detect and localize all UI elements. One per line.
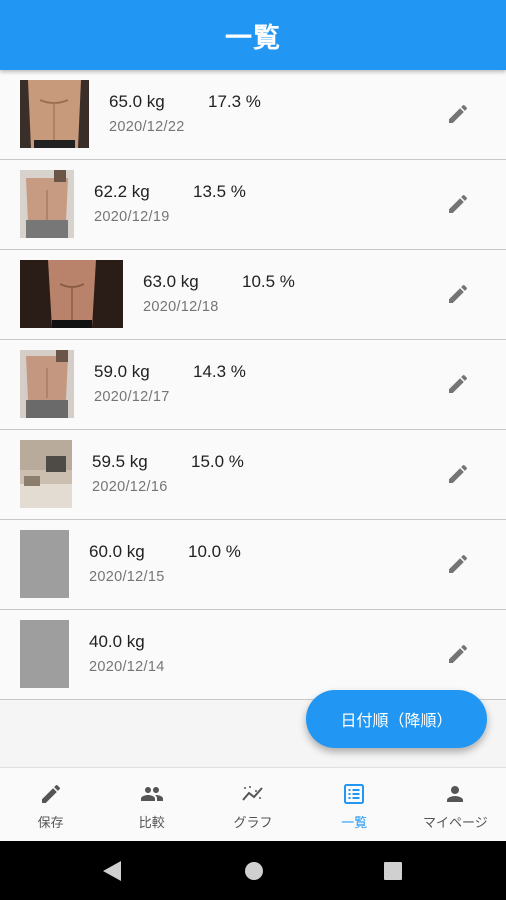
- system-navigation-bar: [0, 841, 506, 900]
- entry-date: 2020/12/15: [89, 569, 165, 585]
- weight-value: 65.0 kg: [109, 92, 165, 111]
- recents-icon[interactable]: [384, 862, 402, 880]
- weight-value: 59.0 kg: [94, 362, 150, 381]
- back-icon[interactable]: [103, 861, 121, 881]
- body-fat-value: 13.5 %: [193, 182, 246, 201]
- weight-value: 62.2 kg: [94, 182, 150, 201]
- nav-item-mypage[interactable]: マイページ: [405, 768, 506, 842]
- body-fat-value: 10.5 %: [242, 272, 295, 291]
- body-photo[interactable]: [20, 170, 74, 238]
- person-icon: [447, 786, 464, 802]
- nav-item-save[interactable]: 保存: [0, 768, 101, 842]
- list-item[interactable]: 60.0 kg 10.0 % 2020/12/15: [0, 520, 506, 610]
- entry-date: 2020/12/19: [94, 209, 170, 225]
- nav-label: 比較: [138, 816, 165, 831]
- trend-chart-icon: [242, 786, 263, 801]
- list-item[interactable]: 59.0 kg 14.3 % 2020/12/17: [0, 340, 506, 430]
- body-fat-value: 10.0 %: [188, 542, 241, 561]
- entry-list: 65.0 kg 17.3 % 2020/12/22 62.2 kg 13.5 %…: [0, 70, 506, 700]
- weight-value: 59.5 kg: [92, 452, 148, 471]
- entry-date: 2020/12/14: [89, 659, 165, 675]
- list-item[interactable]: 40.0 kg 2020/12/14: [0, 610, 506, 700]
- body-fat-value: 15.0 %: [191, 452, 244, 471]
- list-icon: [344, 784, 365, 804]
- body-photo[interactable]: [20, 260, 123, 328]
- pencil-icon[interactable]: [446, 192, 470, 216]
- entry-date: 2020/12/17: [94, 389, 170, 405]
- list-item[interactable]: 63.0 kg 10.5 % 2020/12/18: [0, 250, 506, 340]
- pencil-icon[interactable]: [446, 552, 470, 576]
- sort-order-button[interactable]: 日付順（降順）: [306, 690, 487, 748]
- nav-item-graph[interactable]: グラフ: [202, 768, 303, 842]
- page-title: 一覧: [225, 22, 281, 54]
- body-photo[interactable]: [20, 440, 72, 508]
- weight-value: 60.0 kg: [89, 542, 145, 561]
- weight-value: 40.0 kg: [89, 632, 145, 651]
- pencil-icon[interactable]: [446, 642, 470, 666]
- body-photo[interactable]: [20, 80, 89, 148]
- list-item[interactable]: 65.0 kg 17.3 % 2020/12/22: [0, 70, 506, 160]
- pencil-icon[interactable]: [446, 462, 470, 486]
- list-item[interactable]: 62.2 kg 13.5 % 2020/12/19: [0, 160, 506, 250]
- weight-value: 63.0 kg: [143, 272, 199, 291]
- photo-placeholder[interactable]: [20, 620, 69, 688]
- entry-date: 2020/12/16: [92, 479, 168, 495]
- nav-label: 保存: [37, 816, 64, 831]
- pencil-icon[interactable]: [446, 372, 470, 396]
- nav-item-list[interactable]: 一覧: [304, 768, 405, 842]
- photo-placeholder[interactable]: [20, 530, 69, 598]
- people-icon: [140, 787, 163, 801]
- body-fat-value: 14.3 %: [193, 362, 246, 381]
- body-fat-value: 17.3 %: [208, 92, 261, 111]
- nav-label: マイページ: [423, 816, 488, 831]
- bottom-navigation: 保存 比較 グラフ 一覧 マイページ: [0, 767, 506, 842]
- pencil-icon[interactable]: [446, 102, 470, 126]
- entry-date: 2020/12/18: [143, 299, 219, 315]
- pencil-icon[interactable]: [446, 282, 470, 306]
- home-icon[interactable]: [244, 861, 264, 881]
- nav-label: グラフ: [233, 816, 273, 831]
- entry-date: 2020/12/22: [109, 119, 185, 135]
- list-item[interactable]: 59.5 kg 15.0 % 2020/12/16: [0, 430, 506, 520]
- nav-item-compare[interactable]: 比較: [101, 768, 202, 842]
- pencil-icon: [41, 784, 60, 803]
- body-photo[interactable]: [20, 350, 74, 418]
- app-bar: 一覧: [0, 0, 506, 70]
- nav-label: 一覧: [341, 816, 368, 831]
